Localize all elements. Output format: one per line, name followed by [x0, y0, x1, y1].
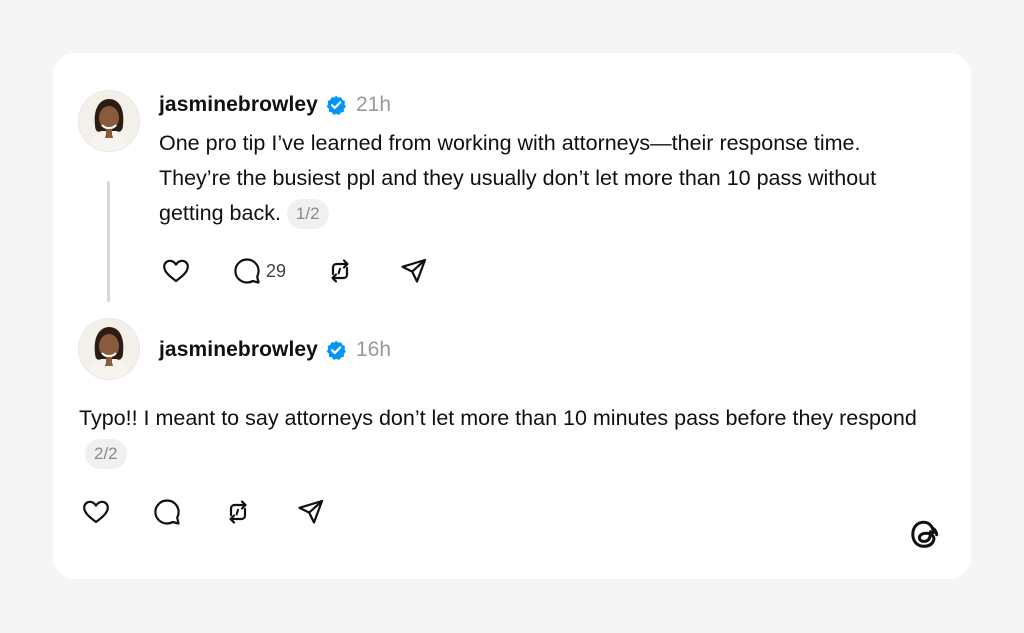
repost-icon [223, 497, 253, 527]
like-icon [161, 256, 191, 286]
repost-icon [325, 256, 355, 286]
post-time[interactable]: 21h [356, 93, 391, 117]
thread-page-indicator: 2/2 [85, 439, 127, 469]
share-button[interactable] [399, 256, 429, 286]
avatar[interactable] [79, 91, 139, 151]
post-header: jasminebrowley 16h [159, 336, 391, 364]
username[interactable]: jasminebrowley [159, 338, 318, 362]
verified-icon [326, 340, 346, 360]
avatar[interactable] [79, 319, 139, 379]
comment-icon [232, 256, 262, 286]
post-body: One pro tip I’ve learned from working wi… [159, 126, 929, 231]
reply-button[interactable]: 29 [232, 256, 286, 286]
thread-connector-line [107, 181, 110, 302]
reply-button[interactable] [152, 497, 182, 527]
post-actions: 29 [161, 256, 429, 286]
thread-page-indicator: 1/2 [286, 199, 329, 229]
comment-icon [152, 497, 182, 527]
post-body: Typo!! I meant to say attorneys don’t le… [79, 401, 919, 471]
repost-button[interactable] [223, 497, 253, 527]
post-header: jasminebrowley 21h [159, 91, 391, 119]
post-text: One pro tip I’ve learned from working wi… [159, 131, 877, 225]
share-icon [296, 497, 326, 527]
verified-icon [326, 95, 346, 115]
username[interactable]: jasminebrowley [159, 93, 318, 117]
post-actions [81, 497, 326, 527]
post-time[interactable]: 16h [356, 338, 391, 362]
like-button[interactable] [81, 497, 111, 527]
share-icon [399, 256, 429, 286]
like-button[interactable] [161, 256, 191, 286]
share-button[interactable] [296, 497, 326, 527]
post-text: Typo!! I meant to say attorneys don’t le… [79, 406, 917, 430]
like-icon [81, 497, 111, 527]
threads-logo-icon [906, 515, 942, 553]
repost-button[interactable] [325, 256, 355, 286]
reply-count: 29 [266, 260, 287, 281]
